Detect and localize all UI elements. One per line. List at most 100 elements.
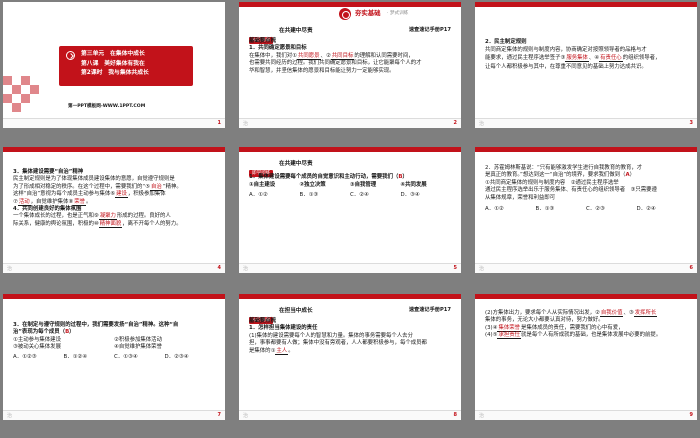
paragraph-line: 际关系，健康的舆论氛围，积极的⑩精神面貌，离不开每个人的努力。	[13, 220, 215, 228]
slide-number: 6	[689, 265, 693, 271]
question-line: 是真正的教育。”想达到这一“自治”的境界，要求我们做到（A）	[485, 172, 687, 179]
statement: ①自主建设	[249, 182, 276, 189]
footer-text: 治	[243, 266, 249, 272]
section-title: 在共建中尽责	[279, 28, 313, 34]
statement-line: 从集体规章，荣誉和利益即可	[485, 194, 556, 201]
slide-header-bar	[475, 147, 697, 152]
text: 为了形成相对稳定的秩序。在这个过程中，需要我们的“⑤	[13, 183, 151, 190]
option-b: B．①③	[535, 206, 555, 213]
text: 、④	[588, 55, 600, 62]
slide-number: 3	[689, 120, 693, 126]
statement: ④自觉维护集体荣誉	[114, 344, 162, 351]
statement: ②独立决策	[299, 182, 326, 189]
text: 形成的过程。良好的人	[116, 213, 171, 220]
option-b: B．①③	[299, 192, 319, 199]
option-b: B．①②④	[63, 353, 88, 360]
lesson-title: 第八课 美好集体有我在	[81, 60, 145, 67]
slide-3-thumbnail[interactable]: 2．民主制定规则 共同商定集体的规则与制度内容，协商确定对按照领导者的品格与才 …	[475, 2, 697, 128]
answer-blank: 荣誉	[73, 198, 87, 206]
statement: ④共同发展	[400, 182, 427, 189]
period-title: 第2课时 我与集体共成长	[81, 70, 149, 76]
paragraph-line: 让每个人都积极参与其中，在尊重不同意见的基础上努力达成共识。	[485, 63, 647, 70]
text: 的组织领导者，	[622, 55, 661, 62]
text: 就是每个人有所成就的基础，也是集体发展中必要的前提。	[521, 332, 662, 339]
text: ）	[69, 329, 75, 336]
answer-blank: 服务集体	[565, 55, 589, 63]
slide-number: 4	[217, 265, 221, 271]
statement-list: ①主动参与集体建设 ②积极参加集体活动 ③被动关心集体发展 ④自觉维护集体荣誉	[13, 337, 215, 352]
answer-blank: 承担责任	[497, 332, 522, 340]
paragraph-line: 民主制定规则是为了体现集体成员建设集体的意愿，自觉遵守规则是	[13, 176, 175, 183]
text: 的理解和认同需要时间，	[354, 52, 414, 59]
footer-text: 治	[7, 266, 13, 272]
option-d: D．②④	[636, 206, 656, 213]
slide-4-thumbnail[interactable]: 3．集体建设需要“自治”精神 民主制定规则是为了体现集体成员建设集体的意愿，自觉…	[3, 147, 225, 273]
handbook-reference: 速查速记手册P17	[408, 307, 451, 313]
statement-list: ①自主建设 ②独立决策 ③自我管理 ④共同发展	[249, 181, 451, 189]
slide-header-bar	[475, 294, 697, 299]
slide-number: 9	[689, 412, 693, 418]
logo-title: 夯实基础	[355, 9, 381, 17]
slide-1-thumbnail[interactable]: 第三单元 在集体中成长 第八课 美好集体有我在 第2课时 我与集体共成长 第一P…	[3, 2, 225, 128]
slide-number: 8	[453, 412, 457, 418]
statement: ③被动关心集体发展	[13, 344, 61, 351]
slide-footer: 治 2	[239, 118, 461, 128]
slide-footer: 1	[3, 118, 225, 128]
text: 1．集体建设需要每个成员的自觉意识和主动行动，需要我们（	[249, 174, 399, 180]
text: 。	[288, 347, 294, 354]
section-title: 在共建中尽责	[279, 161, 313, 167]
point-heading: 2．民主制定规则	[485, 39, 527, 45]
text: 一个集体成长的过程，也是正气和⑨	[13, 213, 99, 220]
slide-header-bar	[239, 147, 461, 152]
text: 际关系，健康的舆论氛围，积极的⑩	[13, 220, 99, 227]
text: ）	[629, 172, 636, 179]
option-a: A．①②	[249, 192, 268, 199]
answer-blank: 精神面貌	[98, 220, 123, 228]
slide-7-thumbnail[interactable]: 3．在制定与遵守规则的过程中，我们需要发扬“自治”精神。这种“自 治”表现为每个…	[3, 294, 225, 420]
footer-text: 治	[243, 413, 249, 419]
checker-decoration	[3, 76, 47, 120]
answer-blank: 共同愿景	[296, 52, 321, 60]
text: 治”表现为每个成员（	[13, 329, 66, 336]
slide-number: 1	[217, 120, 221, 126]
answer-blank: 自治	[150, 183, 163, 191]
slide-number: 2	[453, 120, 457, 126]
text: (2)方集体出力，要求每个人从实际情况出发，②	[485, 310, 600, 316]
slide-2-thumbnail[interactable]: 夯实基础 · 梦式训练 知识清单 在共建中尽责 速查速记手册P17 基础要点梳 …	[239, 2, 461, 128]
slide-footer: 治 3	[475, 118, 697, 128]
slide-8-thumbnail[interactable]: 知识清单 在担当中成长 速查速记手册P17 基础要点梳 1．怎样担当集体建设的责…	[239, 294, 461, 420]
slide-footer: 治 4	[3, 263, 225, 273]
logo-subtitle: · 梦式训练	[387, 11, 409, 16]
answer-blank: 集体荣誉	[497, 324, 522, 332]
slide-header-bar	[3, 294, 225, 299]
slide-6-thumbnail[interactable]: 2．苏霍姆林斯基说：“只有能够激发学生进行自我教育的教育，才 是真正的教育。”想…	[475, 147, 697, 273]
slide-9-thumbnail[interactable]: (2)方集体出力，要求每个人从实际情况出发，②自我价值、③发挥所长 集体的事务，…	[475, 294, 697, 420]
question-line: 治”表现为每个成员（B）	[13, 329, 215, 336]
option-list: A．①②③ B．①②④ C．①③④ D．②③④	[13, 354, 215, 361]
answer-blank: 主人	[275, 347, 289, 355]
footer-text: 治	[7, 413, 13, 419]
slide-footer: 治 7	[3, 410, 225, 420]
section-logo: 夯实基础 · 梦式训练	[339, 8, 421, 20]
answer-blank: 发挥所长	[633, 310, 658, 317]
text: (3)④	[485, 324, 498, 331]
option-list: A．①② B．①③ C．②③ D．②④	[485, 206, 687, 213]
text: 、②	[320, 52, 331, 59]
text: 能要求，通过民主程序选举签子③	[485, 55, 566, 62]
slide-5-thumbnail[interactable]: 即学即练 在共建中尽责 1．集体建设需要每个成员的自觉意识和主动行动，需要我们（…	[239, 147, 461, 273]
footer-text: 治	[479, 121, 485, 127]
title-banner: 第三单元 在集体中成长 第八课 美好集体有我在 第2课时 我与集体共成长	[59, 46, 193, 86]
text: 是集体成员的责任，需要我们的心中有爱，	[521, 324, 624, 331]
slide-footer: 治 6	[475, 263, 697, 273]
paragraph-line: 这样“自治”意视为每个成员主动参与集体⑥建设，积极参加集体	[13, 191, 215, 199]
paragraph-line: 华和智慧，并坚信集体的愿景和目标能让努力一定能够实现。	[249, 67, 395, 74]
option-c: C．②③	[586, 206, 605, 213]
slide-footer: 治 9	[475, 410, 697, 420]
statement: ③自我管理	[350, 182, 377, 189]
slide-footer: 治 8	[239, 410, 461, 420]
answer-blank: 自我价值	[599, 310, 624, 317]
option-d: D．②③④	[164, 353, 189, 360]
answer-blank: 共同目标	[330, 52, 355, 60]
check-circle-icon	[66, 51, 75, 60]
footer-text: 治	[479, 413, 485, 419]
